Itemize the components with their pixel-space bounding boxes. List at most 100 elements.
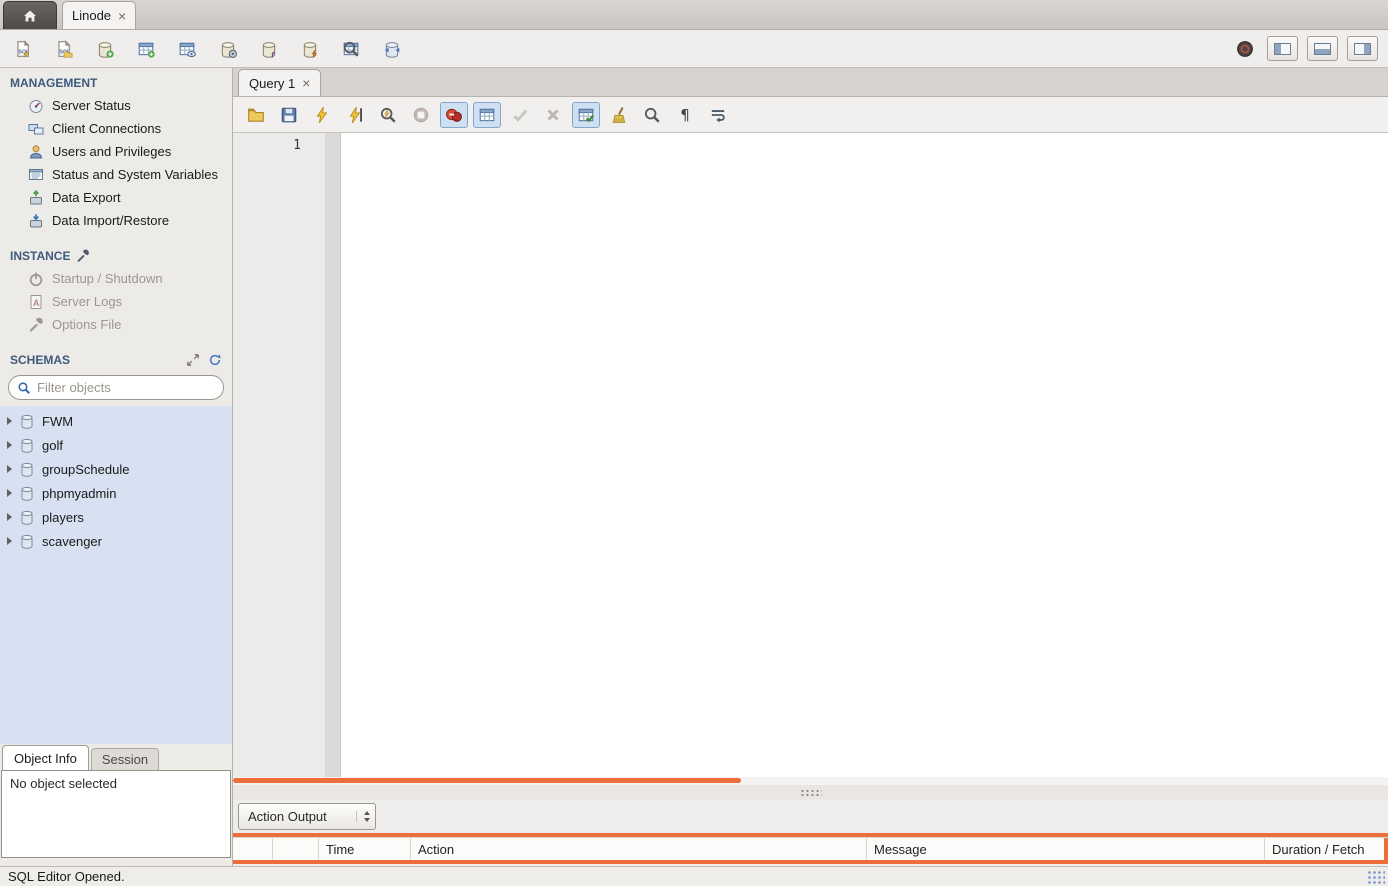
search-table-data-button[interactable] [338,36,364,62]
expander-icon[interactable] [7,441,12,449]
output-col-icon [233,838,273,860]
sidebar-item-data-export[interactable]: Data Export [0,186,232,209]
output-col-time[interactable]: Time [319,838,411,860]
schema-label: scavenger [42,534,102,549]
expander-icon[interactable] [7,417,12,425]
output-col-duration[interactable]: Duration / Fetch [1265,838,1388,860]
execute-current-statement-button[interactable] [341,102,369,128]
home-tab[interactable] [3,1,57,29]
create-function-button[interactable]: f [256,36,282,62]
sidebar-item-server-logs[interactable]: A Server Logs [0,290,232,313]
sidebar-item-status-system-variables[interactable]: Status and System Variables [0,163,232,186]
schema-row-scavenger[interactable]: scavenger [0,529,232,553]
svg-text:A: A [33,298,40,308]
rollback-icon [544,106,562,124]
create-procedure-button[interactable] [215,36,241,62]
output-col-message[interactable]: Message [867,838,1265,860]
close-icon[interactable]: × [118,9,126,23]
limit-rows-icon [478,106,496,124]
open-sql-script-icon [55,40,73,58]
sidebar-item-users-privileges[interactable]: Users and Privileges [0,140,232,163]
users-icon [28,144,44,160]
folder-icon [247,106,265,124]
connection-tab-linode[interactable]: Linode × [62,1,136,29]
schema-tree[interactable]: FWM golf groupSchedule phpmyadmin [0,406,232,744]
line-number-gutter: 1 [233,133,325,777]
schema-label: FWM [42,414,73,429]
limit-rows-button[interactable] [473,102,501,128]
output-splitter[interactable] [233,785,1388,800]
scrollbar-thumb[interactable] [233,778,741,783]
reconnect-dbms-button[interactable] [379,36,405,62]
schema-row-golf[interactable]: golf [0,433,232,457]
sidebar: MANAGEMENT Server Status Client Connecti… [0,68,233,866]
toggle-right-sidebar-button[interactable] [1347,36,1378,61]
refresh-schemas-icon[interactable] [208,353,222,367]
toggle-stop-on-error-button[interactable] [440,102,468,128]
sidebar-item-data-import-restore[interactable]: Data Import/Restore [0,209,232,232]
sidebar-item-options-file[interactable]: Options File [0,313,232,336]
close-icon[interactable]: × [302,76,310,90]
explain-button[interactable] [374,102,402,128]
beautify-button[interactable] [605,102,633,128]
expand-schemas-icon[interactable] [186,353,200,367]
status-bar-text: SQL Editor Opened. [8,869,125,884]
create-schema-button[interactable] [92,36,118,62]
create-function-icon: f [260,40,278,58]
open-sql-script-button[interactable] [51,36,77,62]
create-view-button[interactable] [174,36,200,62]
object-info-panel: No object selected [1,770,231,858]
options-file-icon [28,317,44,333]
new-query-tab-button[interactable] [10,36,36,62]
schema-row-phpmyadmin[interactable]: phpmyadmin [0,481,232,505]
schema-row-fwm[interactable]: FWM [0,409,232,433]
output-view-selector[interactable]: Action Output [238,803,376,830]
create-schema-icon [96,40,114,58]
expander-icon[interactable] [7,489,12,497]
stop-on-error-icon [445,106,463,124]
sidebar-item-label: Startup / Shutdown [52,271,163,286]
query-tab-1[interactable]: Query 1 × [238,69,321,96]
expander-icon[interactable] [7,537,12,545]
invisible-characters-button[interactable]: ¶ [671,102,699,128]
schema-label: players [42,510,84,525]
schema-filter-input[interactable] [37,380,215,395]
schema-icon [19,533,35,549]
save-script-button[interactable] [275,102,303,128]
toggle-bottom-output-button[interactable] [1307,36,1338,61]
sidebar-item-server-status[interactable]: Server Status [0,94,232,117]
toggle-autocommit-button[interactable] [572,102,600,128]
output-vertical-scrollbar[interactable] [1384,838,1388,860]
resize-grip-icon[interactable] [1367,870,1385,884]
toggle-right-sidebar-icon [1354,43,1371,55]
sidebar-item-label: Status and System Variables [52,167,218,182]
execute-button[interactable] [308,102,336,128]
schema-filter[interactable] [8,375,224,400]
status-indicator-button[interactable] [1232,36,1258,62]
schema-row-groupschedule[interactable]: groupSchedule [0,457,232,481]
sidebar-item-client-connections[interactable]: Client Connections [0,117,232,140]
schema-row-players[interactable]: players [0,505,232,529]
tab-object-info[interactable]: Object Info [2,745,89,770]
sidebar-item-startup-shutdown[interactable]: Startup / Shutdown [0,267,232,290]
create-table-button[interactable] [133,36,159,62]
data-export-icon [28,190,44,206]
instance-section-header: INSTANCE [0,241,232,267]
output-bottom-scrollbar[interactable] [233,860,1388,864]
wrap-text-icon [709,106,727,124]
editor-horizontal-scrollbar[interactable] [233,777,1388,785]
output-col-action[interactable]: Action [411,838,867,860]
create-trigger-button[interactable] [297,36,323,62]
code-area[interactable] [341,133,1388,777]
sql-editor[interactable]: 1 [233,133,1388,777]
find-button[interactable] [638,102,666,128]
open-script-button[interactable] [242,102,270,128]
toggle-left-sidebar-button[interactable] [1267,36,1298,61]
search-icon [17,381,31,395]
splitter-handle-icon[interactable] [800,789,822,797]
expander-icon[interactable] [7,465,12,473]
tab-session[interactable]: Session [91,748,159,770]
expander-icon[interactable] [7,513,12,521]
wrap-text-button[interactable] [704,102,732,128]
beautify-icon [610,106,628,124]
